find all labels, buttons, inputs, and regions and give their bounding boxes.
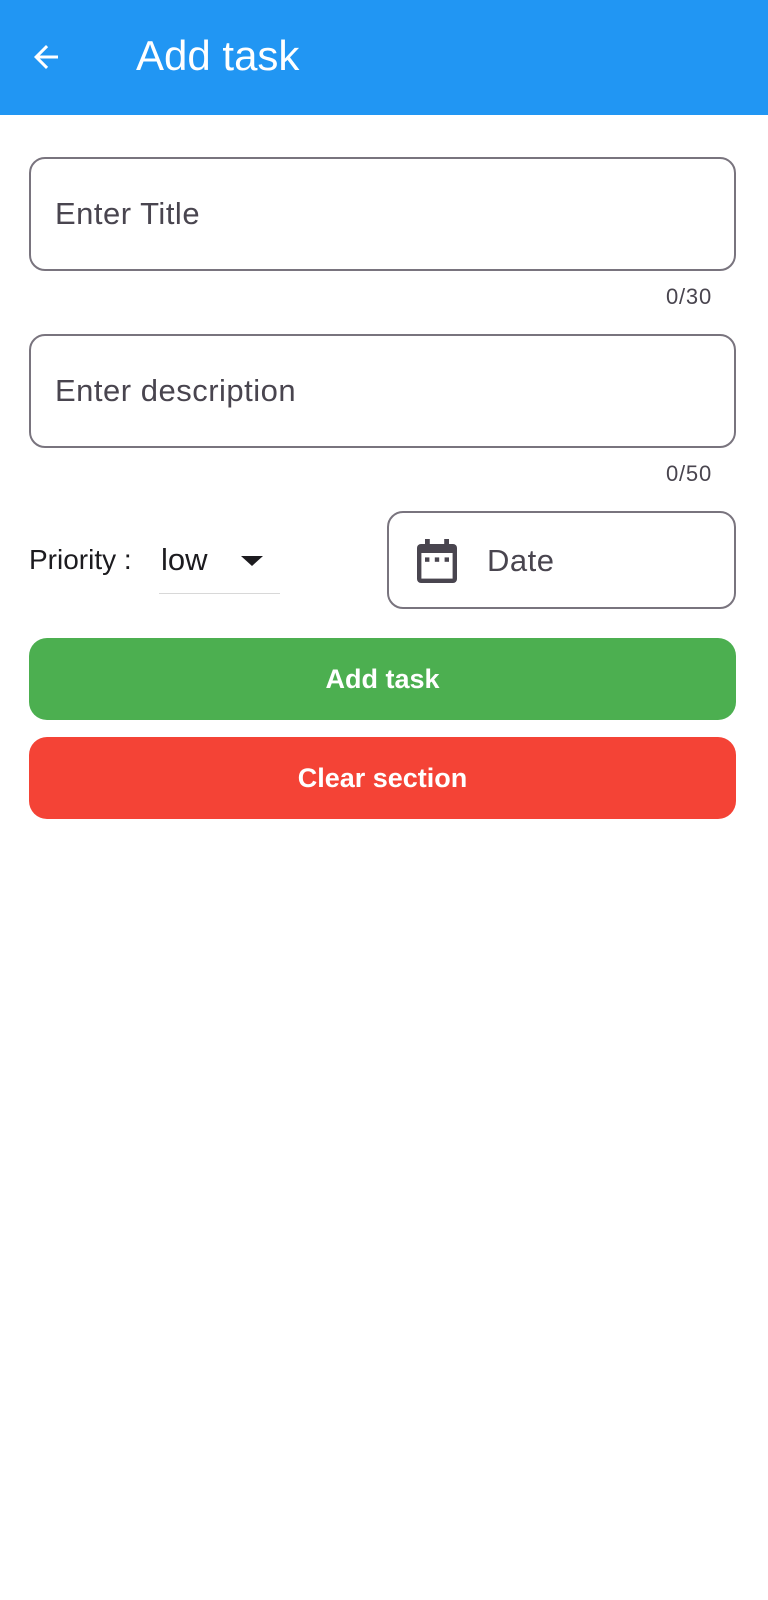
title-counter: 0/30	[665, 284, 712, 309]
title-field[interactable]	[29, 157, 736, 271]
calendar-icon	[417, 539, 457, 583]
description-input[interactable]	[55, 336, 705, 446]
dropdown-arrow-icon	[241, 556, 263, 566]
title-input[interactable]	[55, 159, 705, 269]
priority-dropdown[interactable]: low	[159, 532, 280, 594]
add-task-button[interactable]: Add task	[29, 638, 736, 720]
date-label: Date	[487, 543, 555, 578]
date-picker-field[interactable]: Date	[387, 511, 736, 609]
description-counter: 0/50	[665, 461, 712, 486]
app-bar: Add task	[0, 0, 768, 115]
arrow-left-icon	[34, 45, 58, 69]
page-title: Add task	[136, 32, 300, 79]
priority-selected-value: low	[161, 542, 208, 577]
back-button[interactable]	[22, 33, 70, 81]
clear-section-button[interactable]: Clear section	[29, 737, 736, 819]
priority-label: Priority :	[29, 544, 132, 575]
description-field[interactable]	[29, 334, 736, 448]
